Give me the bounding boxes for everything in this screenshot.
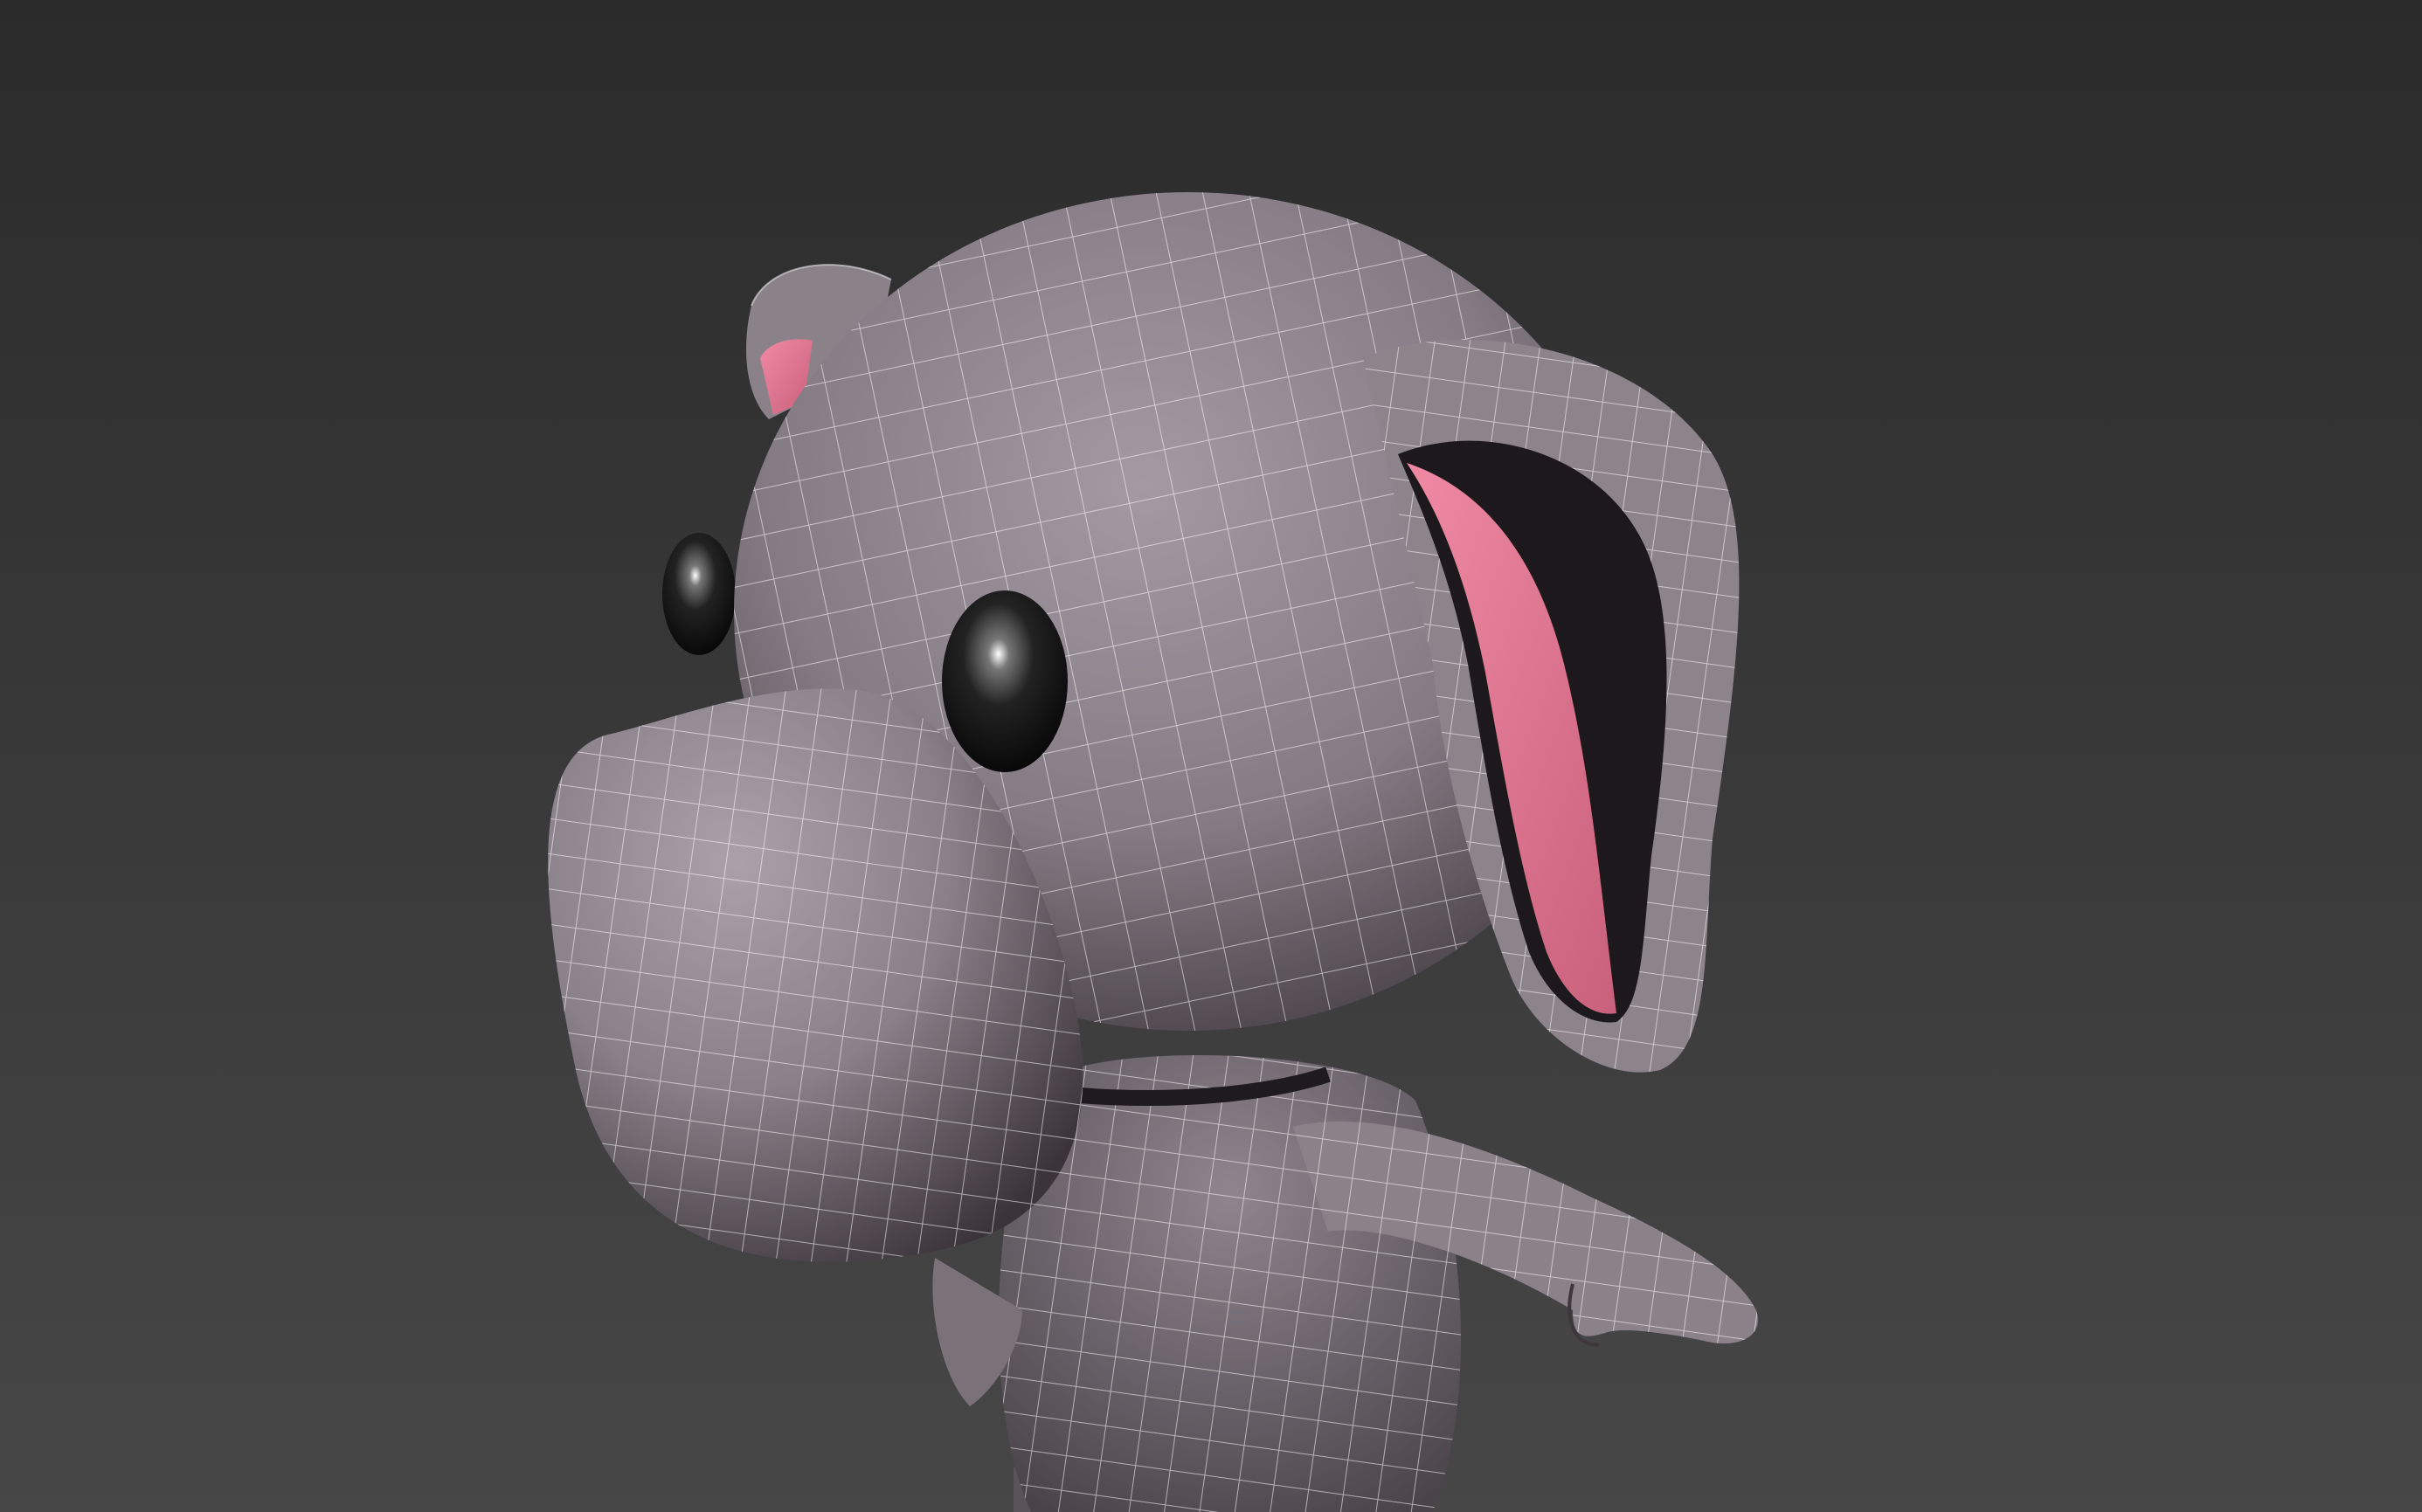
back-eye [662,533,736,655]
front-eye [942,590,1068,772]
3d-viewport[interactable] [0,0,2422,1512]
scene-render [548,192,1758,1512]
